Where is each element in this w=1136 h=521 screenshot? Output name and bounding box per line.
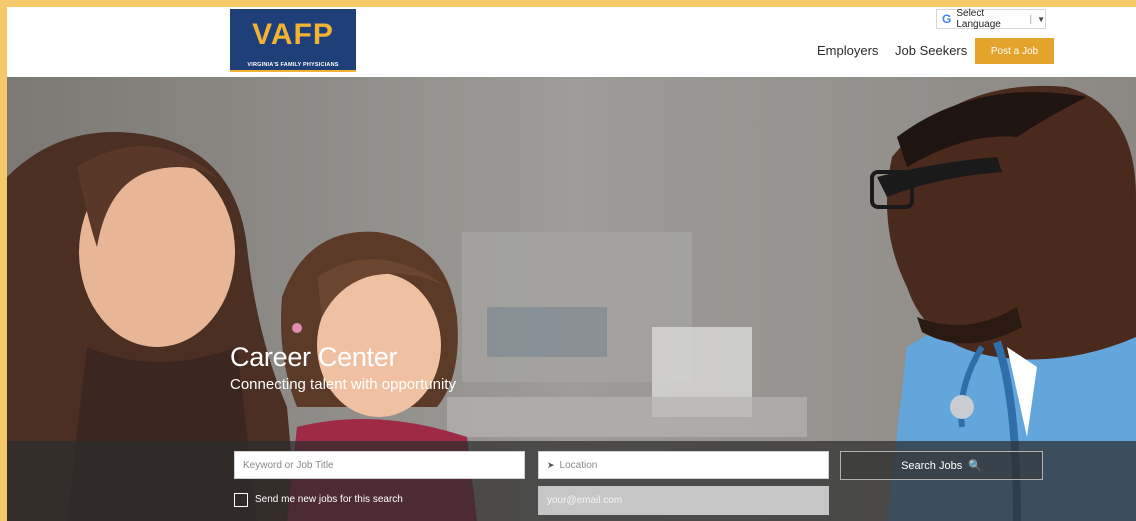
search-jobs-label: Search Jobs <box>901 459 963 472</box>
location-input[interactable]: ➤ Location <box>538 451 829 479</box>
hero-title: Career Center <box>230 342 398 372</box>
job-alert-checkbox[interactable] <box>234 493 248 507</box>
logo-sub-text: VIRGINIA'S FAMILY PHYSICIANS <box>230 60 356 70</box>
logo-main-text: VAFP <box>230 9 356 60</box>
page-frame: VAFP VIRGINIA'S FAMILY PHYSICIANS G Sele… <box>7 7 1136 521</box>
alert-email-input[interactable]: your@email.com <box>538 486 829 515</box>
chevron-down-icon: ▼ <box>1037 14 1045 24</box>
language-label: Select Language <box>956 8 1001 30</box>
job-alert-label: Send me new jobs for this search <box>255 494 403 505</box>
post-a-job-button[interactable]: Post a Job <box>975 38 1054 64</box>
keyword-input[interactable]: Keyword or Job Title <box>234 451 525 479</box>
location-arrow-icon: ➤ <box>547 459 555 470</box>
logo-stripe <box>230 70 356 72</box>
language-divider: | <box>1029 13 1033 25</box>
search-icon: 🔍 <box>968 460 982 472</box>
job-search-bar: Keyword or Job Title ➤ Location Search J… <box>7 441 1136 521</box>
google-g-icon: G <box>942 12 952 26</box>
hero-subtitle: Connecting talent with opportunity <box>230 376 456 393</box>
email-placeholder: your@email.com <box>547 495 623 506</box>
hero-banner: Career Center Connecting talent with opp… <box>7 77 1136 521</box>
site-header: VAFP VIRGINIA'S FAMILY PHYSICIANS G Sele… <box>7 7 1136 77</box>
vafp-logo[interactable]: VAFP VIRGINIA'S FAMILY PHYSICIANS <box>230 9 356 72</box>
location-placeholder: Location <box>559 459 598 471</box>
search-jobs-button[interactable]: Search Jobs 🔍 <box>840 451 1043 480</box>
nav-job-seekers-link[interactable]: Job Seekers <box>895 43 967 58</box>
language-selector[interactable]: G Select Language | ▼ <box>936 8 1046 30</box>
nav-employers-link[interactable]: Employers <box>817 43 878 58</box>
keyword-placeholder: Keyword or Job Title <box>243 459 334 471</box>
